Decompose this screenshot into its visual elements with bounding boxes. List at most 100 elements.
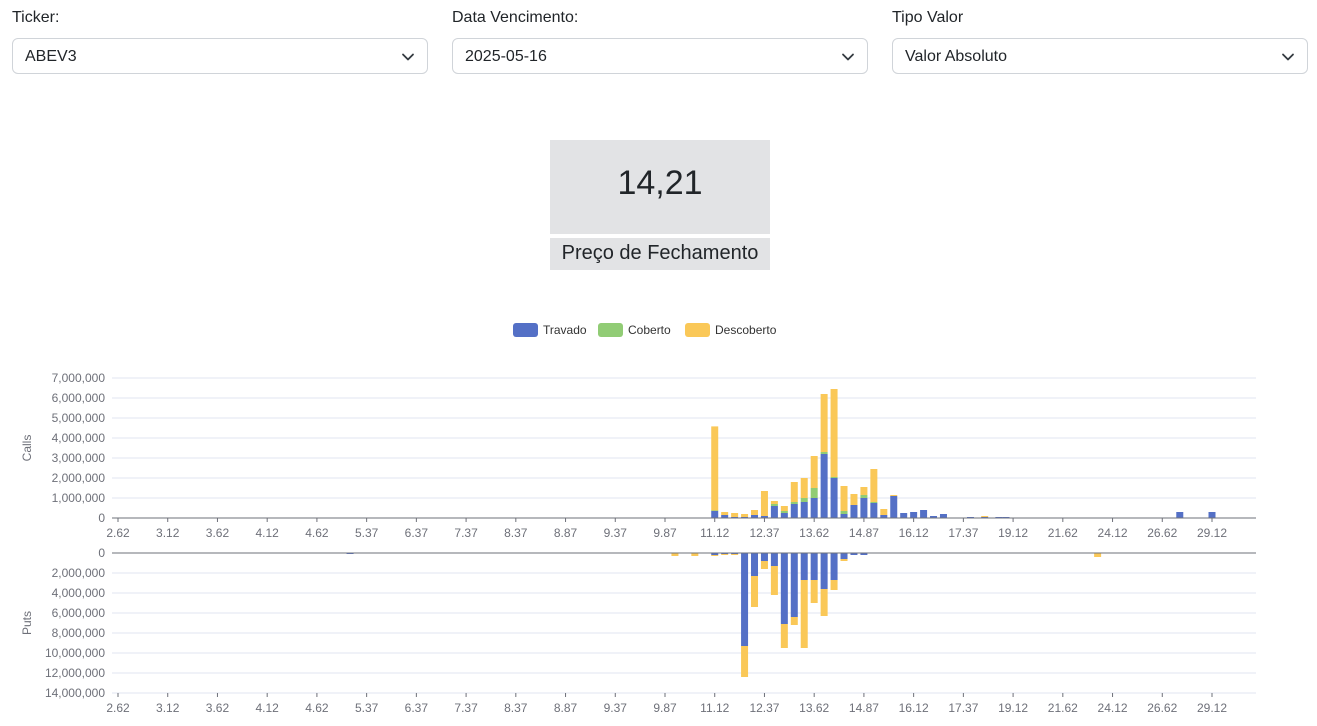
calls-bar-descoberto: [860, 487, 868, 495]
puts-y-tick-label: 4,000,000: [52, 586, 106, 600]
puts-x-tick-label: 21.62: [1048, 701, 1078, 715]
puts-bar-descoberto: [721, 554, 729, 555]
legend-label-travado: Travado: [543, 323, 587, 337]
puts-x-tick-label: 29.12: [1197, 701, 1227, 715]
calls-bar-travado: [1208, 512, 1216, 518]
puts-y-tick-label: 0: [98, 546, 105, 560]
calls-bar-descoberto: [751, 510, 759, 515]
calls-y-tick-label: 7,000,000: [52, 371, 106, 385]
puts-bar-travado: [790, 553, 798, 617]
chevron-down-icon: [402, 53, 414, 61]
puts-x-tick-label: 13.62: [799, 701, 829, 715]
calls-bar-descoberto: [731, 513, 739, 517]
puts-bar-travado: [800, 553, 808, 580]
calls-bar-coberto: [800, 498, 808, 502]
calls-y-tick-label: 4,000,000: [52, 431, 106, 445]
puts-axis-title: Puts: [20, 611, 34, 635]
calls-bar-descoberto: [840, 486, 848, 511]
puts-x-tick-label: 9.37: [604, 701, 628, 715]
ticker-label: Ticker:: [12, 9, 60, 26]
calls-bar-descoberto: [721, 512, 729, 515]
puts-x-tick-label: 17.37: [948, 701, 978, 715]
calls-bar-travado: [770, 506, 778, 518]
puts-bar-descoberto: [741, 646, 749, 677]
calls-bar-coberto: [810, 488, 818, 498]
puts-y-tick-label: 6,000,000: [52, 606, 106, 620]
calls-bar-travado: [910, 512, 918, 518]
puts-bar-descoberto: [711, 555, 719, 556]
calls-bar-coberto: [870, 502, 878, 503]
puts-bar-travado: [780, 553, 788, 624]
calls-bar-coberto: [820, 452, 828, 454]
puts-bar-travado: [820, 553, 828, 589]
calls-y-tick-label: 0: [98, 511, 105, 525]
calls-bar-descoberto: [850, 494, 858, 505]
puts-x-tick-label: 4.12: [256, 701, 280, 715]
calls-bar-coberto: [840, 511, 848, 514]
calls-x-tick-label: 17.37: [948, 526, 978, 540]
value-type-label: Tipo Valor: [892, 9, 964, 26]
puts-bar-descoberto: [840, 559, 848, 561]
calls-bar-travado: [780, 513, 788, 518]
calls-bar-travado: [840, 514, 848, 518]
calls-bar-travado: [870, 503, 878, 518]
expiry-select[interactable]: 2025-05-16: [452, 38, 868, 74]
calls-x-tick-label: 3.62: [206, 526, 230, 540]
calls-x-tick-label: 29.12: [1197, 526, 1227, 540]
calls-y-tick-label: 3,000,000: [52, 451, 106, 465]
puts-bar-descoberto: [751, 576, 759, 607]
puts-bar-descoberto: [800, 580, 808, 648]
expiry-label: Data Vencimento:: [452, 9, 579, 26]
puts-bar-travado: [770, 553, 778, 566]
puts-bar-travado: [751, 553, 759, 576]
puts-bar-descoberto: [731, 554, 739, 555]
calls-bar-travado: [790, 504, 798, 518]
puts-y-tick-label: 12,000,000: [45, 666, 105, 680]
calls-bar-descoberto: [770, 501, 778, 504]
calls-bar-coberto: [780, 511, 788, 513]
puts-bar-descoberto: [760, 561, 768, 569]
calls-bar-travado: [830, 478, 838, 518]
ticker-select-value: ABEV3: [25, 48, 77, 65]
calls-axis-title: Calls: [20, 435, 34, 462]
calls-x-tick-label: 16.12: [899, 526, 929, 540]
puts-x-tick-label: 6.37: [405, 701, 429, 715]
calls-x-tick-label: 6.37: [405, 526, 429, 540]
puts-bar-descoberto: [790, 617, 798, 625]
puts-x-tick-label: 26.62: [1147, 701, 1177, 715]
calls-x-tick-label: 12.37: [749, 526, 779, 540]
calls-bar-descoberto: [880, 509, 888, 515]
puts-x-tick-label: 16.12: [899, 701, 929, 715]
value-type-select-value: Valor Absoluto: [905, 48, 1007, 65]
puts-x-tick-label: 5.37: [355, 701, 379, 715]
calls-bar-coberto: [860, 495, 868, 498]
puts-x-tick-label: 24.12: [1098, 701, 1128, 715]
calls-x-tick-label: 24.12: [1098, 526, 1128, 540]
calls-y-tick-label: 1,000,000: [52, 491, 106, 505]
puts-x-tick-label: 19.12: [998, 701, 1028, 715]
closing-price-value: 14,21: [617, 164, 703, 202]
calls-y-tick-label: 2,000,000: [52, 471, 106, 485]
calls-x-tick-label: 9.37: [604, 526, 628, 540]
calls-bar-travado: [711, 511, 719, 518]
calls-x-tick-label: 2.62: [106, 526, 130, 540]
legend-swatch-coberto: [598, 323, 623, 337]
calls-bar-travado: [800, 502, 808, 518]
calls-x-tick-label: 19.12: [998, 526, 1028, 540]
calls-x-tick-label: 13.62: [799, 526, 829, 540]
closing-price-caption: Preço de Fechamento: [550, 238, 770, 270]
ticker-select[interactable]: ABEV3: [12, 38, 428, 74]
calls-bar-descoberto: [790, 482, 798, 502]
puts-x-tick-label: 7.37: [454, 701, 478, 715]
value-type-select[interactable]: Valor Absoluto: [892, 38, 1308, 74]
calls-bar-descoberto: [800, 478, 808, 498]
puts-x-tick-label: 8.87: [554, 701, 578, 715]
calls-x-tick-label: 3.12: [156, 526, 180, 540]
puts-x-tick-label: 11.12: [700, 701, 729, 715]
puts-bar-descoberto: [820, 589, 828, 616]
puts-bar-travado: [840, 553, 848, 559]
puts-x-tick-label: 12.37: [749, 701, 779, 715]
calls-x-tick-label: 14.87: [849, 526, 879, 540]
calls-bar-coberto: [790, 502, 798, 504]
calls-x-tick-label: 5.37: [355, 526, 379, 540]
